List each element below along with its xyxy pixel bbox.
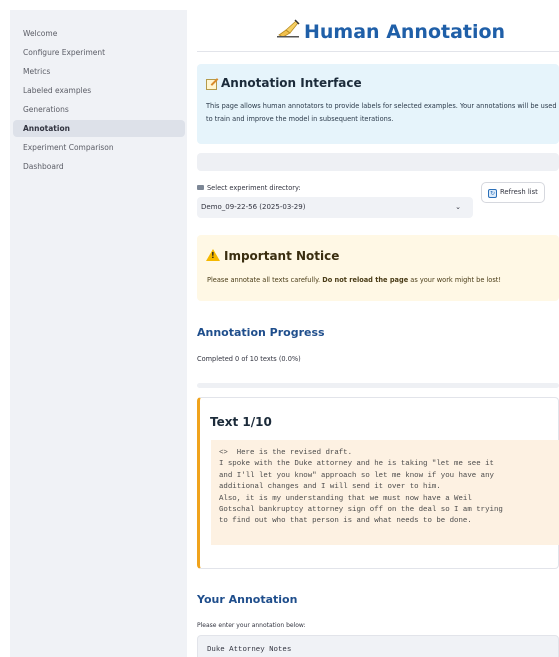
sidebar-item-experiment-comparison[interactable]: Experiment Comparison <box>13 139 185 156</box>
annotation-title: Your Annotation <box>197 593 298 606</box>
warning-icon: ! <box>206 249 220 261</box>
sidebar-item-configure-experiment[interactable]: Configure Experiment <box>13 44 185 61</box>
experiment-select[interactable]: Demo_09-22-56 (2025-03-29) ⌄ <box>197 197 473 218</box>
sidebar-item-labeled-examples[interactable]: Labeled examples <box>13 82 185 99</box>
text-card-body: <> Here is the revised draft. I spoke wi… <box>211 440 559 545</box>
notice-text-bold: Do not reload the page <box>322 276 409 284</box>
notice-box: ! Important Notice Please annotate all te… <box>197 235 559 301</box>
notice-text-before: Please annotate all texts carefully. <box>207 276 323 284</box>
writing-hand-icon <box>277 18 301 43</box>
experiment-select-label: Select experiment directory: <box>197 184 301 192</box>
chevron-down-icon: ⌄ <box>455 203 461 211</box>
annotation-input[interactable]: Duke Attorney Notes <box>197 635 559 657</box>
sidebar-item-welcome[interactable]: Welcome <box>13 25 185 42</box>
sidebar-item-dashboard[interactable]: Dashboard <box>13 158 185 175</box>
sidebar: Welcome Configure Experiment Metrics Lab… <box>10 10 187 657</box>
main-content: Human Annotation Annotation Interface Th… <box>187 0 559 657</box>
refresh-list-label: Refresh list <box>500 188 538 196</box>
sidebar-item-generations[interactable]: Generations <box>13 101 185 118</box>
info-box-title: Annotation Interface <box>206 76 362 90</box>
experiment-select-value: Demo_09-22-56 (2025-03-29) <box>201 203 306 211</box>
info-box-text: This page allows human annotators to pro… <box>206 102 557 123</box>
experiment-select-label-text: Select experiment directory: <box>207 184 301 192</box>
memo-icon <box>206 78 218 90</box>
progress-bar <box>197 383 559 388</box>
notice-text: Please annotate all texts carefully. Do … <box>207 276 501 284</box>
notice-title: ! Important Notice <box>206 249 339 263</box>
refresh-icon: ↻ <box>488 189 497 198</box>
text-card: Text 1/10 <> Here is the revised draft. … <box>197 397 559 569</box>
progress-title: Annotation Progress <box>197 326 325 339</box>
text-card-title: Text 1/10 <box>210 415 272 429</box>
refresh-list-button[interactable]: ↻ Refresh list <box>481 182 545 203</box>
title-divider <box>197 51 559 52</box>
sidebar-item-metrics[interactable]: Metrics <box>13 63 185 80</box>
info-box-title-text: Annotation Interface <box>221 76 362 90</box>
notice-title-text: Important Notice <box>224 249 340 263</box>
folder-icon <box>197 185 204 190</box>
sidebar-item-annotation[interactable]: Annotation <box>13 120 185 137</box>
progress-text: Completed 0 of 10 texts (0.0%) <box>197 355 301 363</box>
page-title-text: Human Annotation <box>304 21 506 43</box>
info-box: Annotation Interface This page allows hu… <box>197 64 559 144</box>
annotation-label: Please enter your annotation below: <box>197 622 306 629</box>
page-title: Human Annotation <box>277 18 559 43</box>
notice-text-after: as your work might be lost! <box>408 276 501 284</box>
status-bar <box>197 153 559 171</box>
